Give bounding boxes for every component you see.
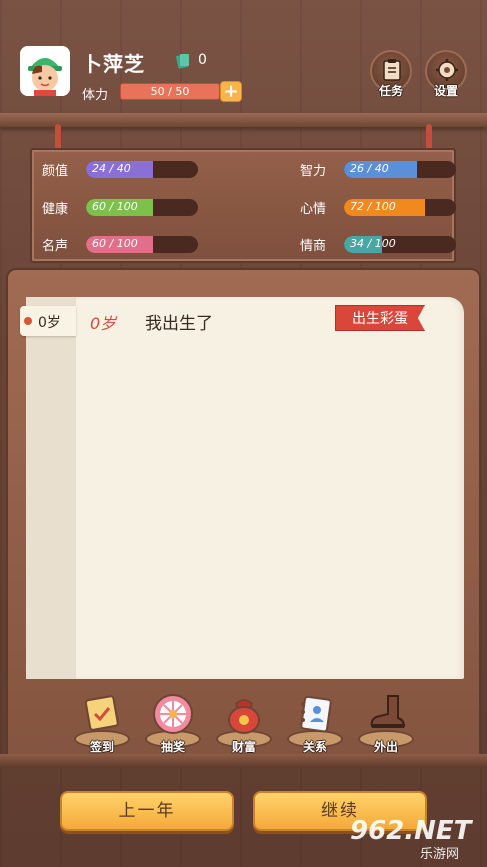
stat-value: 26 / 40 <box>350 162 389 175</box>
lottery-label: 抽奖 <box>160 740 185 754</box>
stat-value: 60 / 100 <box>92 200 138 213</box>
previous-year-button[interactable]: 上一年 <box>60 791 234 831</box>
tasks-label: 任务 <box>378 84 403 98</box>
money-bag-icon <box>228 699 260 734</box>
stat-value: 34 / 100 <box>350 237 396 250</box>
paper-back-page <box>26 297 78 679</box>
watermark-text: 乐游网 <box>420 847 460 862</box>
wealth-button[interactable]: 财富 <box>214 692 274 762</box>
stamina-bar: 50 / 50 <box>120 83 220 100</box>
stat-name: 名声 <box>42 239 69 254</box>
contacts-book-icon <box>300 695 332 733</box>
birth-easter-egg-button[interactable]: 出生彩蛋 <box>335 305 425 331</box>
wealth-label: 财富 <box>231 740 256 754</box>
stat-value: 24 / 40 <box>92 162 131 175</box>
player-avatar[interactable] <box>20 46 70 96</box>
stamina-label: 体力 <box>82 88 109 103</box>
stat-track: 26 / 40 <box>344 161 456 178</box>
wheel-icon <box>153 694 193 734</box>
relationship-button[interactable]: 关系 <box>285 692 345 762</box>
settings-button[interactable]: 设置 <box>425 50 467 98</box>
lottery-button[interactable]: 抽奖 <box>143 692 203 762</box>
stat-name: 颜值 <box>42 164 69 179</box>
age-marker-icon <box>24 317 32 325</box>
stat-track: 24 / 40 <box>86 161 198 178</box>
stat-name: 情商 <box>300 239 327 254</box>
boot-icon <box>370 695 406 728</box>
relationship-label: 关系 <box>302 740 327 754</box>
gear-icon <box>436 59 458 81</box>
stat-track: 60 / 100 <box>86 236 198 253</box>
clipboard-icon <box>383 59 401 81</box>
checkin-button[interactable]: 签到 <box>72 692 132 762</box>
stat-name: 心情 <box>300 202 327 217</box>
stat-value: 72 / 100 <box>350 200 396 213</box>
stat-track: 72 / 100 <box>344 199 456 216</box>
stat-name: 健康 <box>42 202 69 217</box>
go-out-button[interactable]: 外出 <box>356 692 416 762</box>
go-out-label: 外出 <box>373 740 398 754</box>
stats-board: 颜值 24 / 40 健康 60 / 100 名声 60 / 100 智力 26… <box>30 148 456 263</box>
player-name: 卜萍芝 <box>82 52 145 76</box>
money-value: 0 <box>198 52 207 68</box>
banknote-icon <box>176 54 189 69</box>
stat-value: 60 / 100 <box>92 237 138 250</box>
log-entry-text: 我出生了 <box>145 314 213 334</box>
stat-track: 34 / 100 <box>344 236 456 253</box>
calendar-icon <box>84 695 119 731</box>
age-tab[interactable]: 0岁 <box>20 306 76 336</box>
stat-name: 智力 <box>300 164 327 179</box>
stat-track: 60 / 100 <box>86 199 198 216</box>
age-tab-label: 0岁 <box>38 315 61 331</box>
log-entry-age: 0岁 <box>90 314 117 333</box>
add-stamina-button[interactable]: + <box>220 81 242 102</box>
tasks-button[interactable]: 任务 <box>370 50 412 98</box>
watermark-logo: 962.NET <box>350 816 472 846</box>
settings-label: 设置 <box>433 84 458 98</box>
life-log-page[interactable] <box>76 297 464 679</box>
top-shelf <box>0 113 487 127</box>
checkin-label: 签到 <box>89 740 114 754</box>
